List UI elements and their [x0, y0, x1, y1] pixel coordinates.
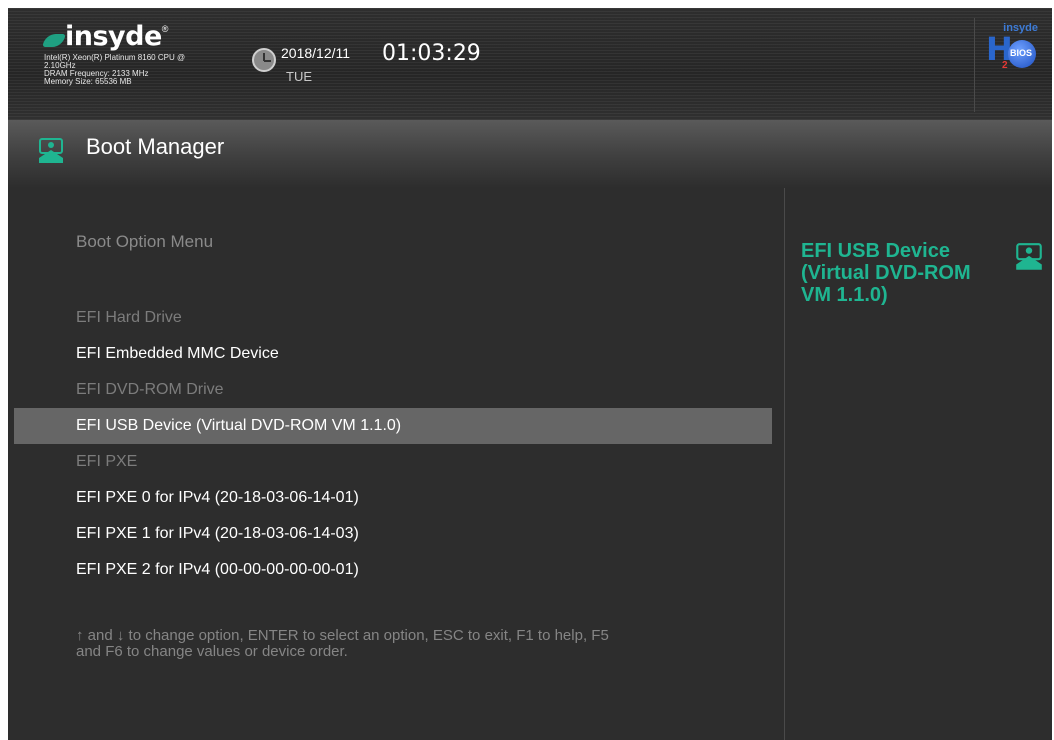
help-text: ↑ and ↓ to change option, ENTER to selec…: [76, 628, 776, 660]
boot-option-panel: Boot Option Menu EFI Hard Drive EFI Embe…: [8, 188, 784, 740]
h2o-bios-logo-icon: insyde H BIOS 2: [980, 22, 1040, 71]
boot-option-pxe-0[interactable]: EFI PXE 0 for IPv4 (20-18-03-06-14-01): [14, 480, 772, 516]
bios-screen: insyde ® Intel(R) Xeon(R) Platinum 8160 …: [8, 8, 1052, 740]
selected-option-description: EFI USB Device (Virtual DVD-ROM VM 1.1.0…: [801, 240, 1011, 306]
registered-mark: ®: [161, 24, 169, 34]
insyde-logo: insyde ®: [42, 21, 185, 52]
boot-option-menu-heading: Boot Option Menu: [76, 232, 214, 251]
h2o-logo-2: 2: [1002, 60, 1008, 71]
insyde-brand: insyde ® Intel(R) Xeon(R) Platinum 8160 …: [42, 21, 185, 86]
side-title-line3: VM 1.1.0): [801, 284, 888, 306]
boot-option-pxe-1[interactable]: EFI PXE 1 for IPv4 (20-18-03-06-14-03): [14, 516, 772, 552]
side-title-line1: EFI USB Device: [801, 240, 950, 262]
boot-group-hard-drive: EFI Hard Drive: [76, 309, 182, 326]
insyde-logo-mark-icon: [42, 34, 66, 47]
boot-option-usb-device[interactable]: EFI USB Device (Virtual DVD-ROM VM 1.1.0…: [14, 408, 772, 444]
side-title-line2: (Virtual DVD-ROM: [801, 262, 971, 284]
memory-size: Memory Size: 65536 MB: [44, 77, 132, 86]
clock-icon: [252, 48, 276, 72]
boot-option-embedded-mmc[interactable]: EFI Embedded MMC Device: [14, 336, 772, 372]
boot-group-dvd-rom: EFI DVD-ROM Drive: [76, 381, 224, 398]
help-side-panel: EFI USB Device (Virtual DVD-ROM VM 1.1.0…: [785, 188, 1052, 740]
boot-option-pxe-2[interactable]: EFI PXE 2 for IPv4 (00-00-00-00-00-01): [14, 552, 772, 588]
time-display: 01:03:29: [382, 41, 481, 66]
h2o-logo-bios: BIOS: [1010, 48, 1033, 58]
boot-group-pxe: EFI PXE: [76, 453, 138, 470]
day-display: TUE: [286, 69, 312, 84]
title-bar: Boot Manager: [8, 120, 1052, 188]
system-info: Intel(R) Xeon(R) Platinum 8160 CPU @ 2.1…: [44, 54, 185, 86]
date-display: 2018/12/11: [281, 45, 351, 61]
insyde-logo-text: insyde: [65, 21, 162, 52]
boot-manager-icon: [39, 138, 63, 163]
help-text-line2: and F6 to change values or device order.: [76, 643, 348, 660]
page-title: Boot Manager: [86, 134, 225, 159]
boot-option-list: EFI Hard Drive EFI Embedded MMC Device E…: [14, 300, 772, 588]
header-divider: [974, 18, 975, 112]
bios-header: insyde ® Intel(R) Xeon(R) Platinum 8160 …: [8, 8, 1052, 120]
help-text-line1: ↑ and ↓ to change option, ENTER to selec…: [76, 627, 609, 644]
boot-manager-icon: [1016, 243, 1042, 270]
